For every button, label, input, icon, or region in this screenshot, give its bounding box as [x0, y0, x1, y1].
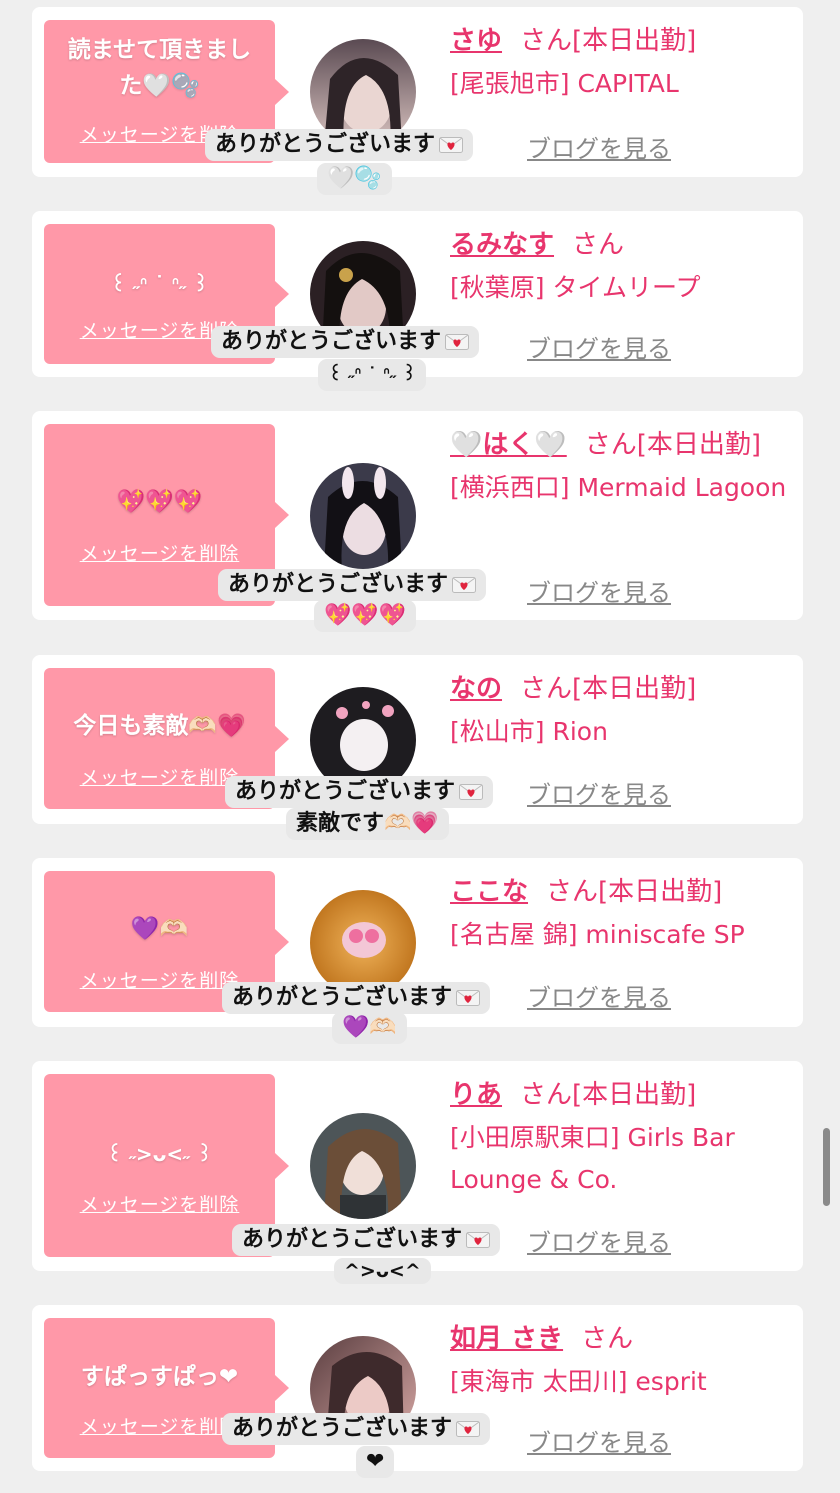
cast-name-link[interactable]: 如月 さき: [450, 1324, 563, 1354]
shop-label: Mermaid Lagoon: [577, 473, 787, 502]
reply-tooltip: ありがとうございます: [205, 129, 474, 161]
message-text: 💖💖💖: [116, 489, 203, 515]
cast-name-link[interactable]: ここな: [450, 877, 528, 907]
reply-tooltip: ありがとうございます: [225, 776, 494, 808]
area-label: [横浜西口]: [450, 473, 570, 502]
honorific-label: さん: [520, 1080, 573, 1110]
message-card: ꒰ ˶ᐢ ˙ ᐢ˶ ꒱ メッセージを削除 るみなす さん [秋葉原] タイムリープ…: [32, 211, 803, 391]
message-card: ꒰ ˶>ᴗ<˶ ꒱ メッセージを削除 りあ さん[本日出勤] [小田原駅東口] G…: [32, 1061, 803, 1284]
message-card: 💜🫶🏻 メッセージを削除 ここな さん[本日出勤] [名古屋 錦] minisca…: [32, 858, 803, 1044]
message-text: ꒰ ˶>ᴗ<˶ ꒱: [106, 1142, 213, 1166]
honorific-label: さん: [520, 674, 573, 704]
view-blog-link[interactable]: ブログを見る: [527, 129, 671, 164]
reply-tooltip: ありがとうございます: [218, 569, 487, 601]
message-text: 💜🫶🏻: [130, 916, 189, 942]
reply-emoji: 素敵です🫶🏻💗: [286, 808, 449, 840]
message-text: 今日も素敵🫶🏻💗: [73, 713, 246, 739]
love-letter-icon: [445, 334, 470, 350]
delete-message-link[interactable]: メッセージを削除: [44, 539, 275, 566]
honorific-label: さん: [546, 877, 599, 907]
love-letter-icon: [439, 137, 464, 153]
message-card: 読ませて頂きまし た🤍🫧 メッセージを削除 さゆ さん[本日出勤] [尾張旭市] …: [32, 7, 803, 195]
love-letter-icon: [459, 784, 484, 800]
reply-thanks-text: ありがとうございます: [235, 779, 456, 804]
status-badge: [本日出勤]: [572, 26, 697, 56]
honorific-label: さん: [584, 430, 637, 460]
status-badge: [本日出勤]: [572, 1080, 697, 1110]
shop-label: タイムリープ: [552, 273, 701, 302]
honorific-label: さん: [581, 1324, 634, 1354]
cast-name-link[interactable]: さゆ: [450, 26, 502, 56]
cast-name-link[interactable]: なの: [450, 674, 502, 704]
shop-label: Rion: [552, 717, 608, 746]
shop-label: miniscafe SP: [585, 920, 745, 949]
avatar[interactable]: [310, 890, 416, 996]
reply-thanks-text: ありがとうございます: [221, 329, 442, 354]
reply-thanks-text: ありがとうございます: [232, 1416, 453, 1441]
area-label: [尾張旭市]: [450, 69, 570, 98]
message-text: 読ませて頂きまし た🤍🫧: [67, 37, 252, 99]
love-letter-icon: [456, 990, 481, 1006]
message-card: 💖💖💖 メッセージを削除 🤍はく🤍 さん[本日出勤] [横浜西口] Mermaid…: [32, 411, 803, 632]
reply-tooltip: ありがとうございます: [222, 1413, 491, 1445]
cast-name-link[interactable]: 🤍はく🤍: [450, 430, 567, 460]
love-letter-icon: [452, 577, 477, 593]
area-label: [松山市]: [450, 717, 545, 746]
area-label: [秋葉原]: [450, 273, 545, 302]
avatar[interactable]: [310, 1113, 416, 1219]
view-blog-link[interactable]: ブログを見る: [527, 775, 671, 810]
area-label: [名古屋 錦]: [450, 920, 578, 949]
reply-thanks-text: ありがとうございます: [242, 1227, 463, 1252]
status-badge: [本日出勤]: [636, 430, 762, 460]
reply-thanks-text: ありがとうございます: [228, 572, 449, 597]
message-card: 今日も素敵🫶🏻💗 メッセージを削除 なの さん[本日出勤] [松山市] Rion …: [32, 655, 803, 840]
avatar[interactable]: [310, 463, 416, 569]
cast-name-link[interactable]: りあ: [450, 1080, 502, 1110]
reply-thanks-text: ありがとうございます: [215, 132, 436, 157]
reply-emoji: ^>ᴗ<^: [334, 1258, 431, 1284]
view-blog-link[interactable]: ブログを見る: [527, 1423, 671, 1458]
view-blog-link[interactable]: ブログを見る: [527, 573, 671, 608]
reply-tooltip: ありがとうございます: [211, 326, 480, 358]
reply-emoji: ꒰ ˶ᐢ ˙ ᐢ˶ ꒱: [318, 359, 427, 391]
reply-emoji: ❤: [356, 1446, 395, 1478]
view-blog-link[interactable]: ブログを見る: [527, 329, 671, 364]
scrollbar-thumb[interactable]: [823, 1128, 830, 1206]
reply-thanks-text: ありがとうございます: [232, 985, 453, 1010]
reply-tooltip: ありがとうございます: [232, 1224, 501, 1256]
cast-name-link[interactable]: るみなす: [450, 230, 554, 260]
shop-label: CAPITAL: [577, 69, 679, 98]
message-text: すぱっすぱっ❤: [80, 1364, 239, 1390]
love-letter-icon: [466, 1232, 491, 1248]
message-text: ꒰ ˶ᐢ ˙ ᐢ˶ ꒱: [110, 272, 209, 296]
status-badge: [本日出勤]: [572, 674, 697, 704]
area-label: [東海市 太田川]: [450, 1367, 628, 1396]
honorific-label: さん: [572, 230, 625, 260]
honorific-label: さん: [520, 26, 573, 56]
reply-emoji: 🤍🫧: [317, 163, 392, 195]
reply-emoji: 💖💖💖: [314, 600, 417, 632]
message-card: すぱっすぱっ❤ メッセージを削除 如月 さき さん [東海市 太田川] espri…: [32, 1305, 803, 1478]
view-blog-link[interactable]: ブログを見る: [527, 978, 671, 1013]
area-label: [小田原駅東口]: [450, 1123, 620, 1152]
status-badge: [本日出勤]: [598, 877, 723, 907]
reply-tooltip: ありがとうございます: [222, 982, 491, 1014]
reply-emoji: 💜🫶🏻: [332, 1012, 407, 1044]
love-letter-icon: [456, 1421, 481, 1437]
delete-message-link[interactable]: メッセージを削除: [44, 1190, 275, 1217]
shop-label: esprit: [635, 1367, 707, 1396]
view-blog-link[interactable]: ブログを見る: [527, 1223, 671, 1258]
